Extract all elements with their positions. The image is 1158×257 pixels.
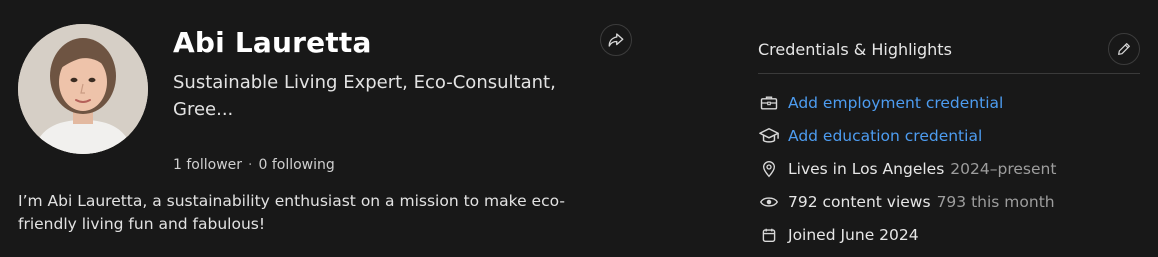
add-employment-link[interactable]: Add employment credential xyxy=(788,94,1003,112)
location-text: Lives in Los Angeles xyxy=(788,159,945,178)
following-link[interactable]: 0 following xyxy=(258,157,334,173)
add-employment-row[interactable]: Add employment credential xyxy=(758,86,1148,119)
avatar[interactable] xyxy=(18,24,148,154)
joined-text: Joined June 2024 xyxy=(788,225,919,244)
views-month: 793 this month xyxy=(936,192,1055,211)
add-education-row[interactable]: Add education credential xyxy=(758,119,1148,152)
joined-row: Joined June 2024 xyxy=(758,218,1148,251)
followers-link[interactable]: 1 follower xyxy=(173,157,242,173)
briefcase-icon xyxy=(758,92,780,114)
follow-counts: 1 follower · 0 following xyxy=(173,157,335,173)
separator-dot: · xyxy=(248,157,253,173)
calendar-icon xyxy=(758,224,780,246)
edit-credentials-button[interactable] xyxy=(1108,33,1140,65)
profile-bio: I’m Abi Lauretta, a sustainability enthu… xyxy=(18,192,565,233)
profile-name: Abi Lauretta xyxy=(173,26,372,59)
avatar-portrait xyxy=(18,24,148,154)
credentials-list: Add employment credential Add education … xyxy=(758,86,1148,251)
share-arrow-icon xyxy=(608,33,624,47)
pencil-icon xyxy=(1118,43,1130,55)
credentials-divider xyxy=(758,73,1140,74)
add-education-link[interactable]: Add education credential xyxy=(788,127,982,145)
location-period: 2024–present xyxy=(950,159,1057,178)
share-button[interactable] xyxy=(600,24,632,56)
graduation-cap-icon xyxy=(758,125,780,147)
eye-icon xyxy=(758,191,780,213)
profile-tagline[interactable]: Sustainable Living Expert, Eco-Consultan… xyxy=(173,69,613,123)
location-row: Lives in Los Angeles 2024–present xyxy=(758,152,1148,185)
views-row: 792 content views 793 this month xyxy=(758,185,1148,218)
credentials-title: Credentials & Highlights xyxy=(758,40,952,59)
views-total: 792 content views xyxy=(788,192,931,211)
map-pin-icon xyxy=(758,158,780,180)
